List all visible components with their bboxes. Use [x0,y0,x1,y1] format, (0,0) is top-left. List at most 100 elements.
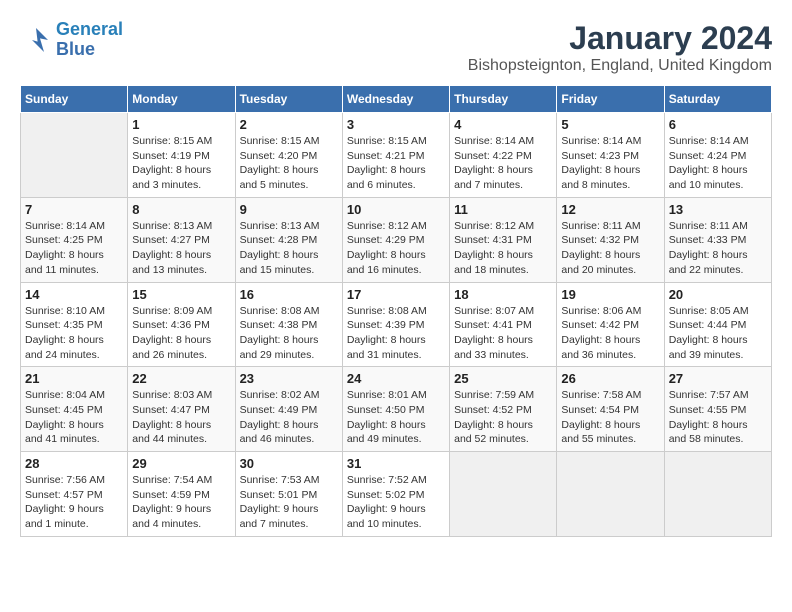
calendar-cell: 15Sunrise: 8:09 AMSunset: 4:36 PMDayligh… [128,282,235,367]
daylight-text: Daylight: 8 hours and 13 minutes. [132,248,230,277]
day-info: Sunrise: 8:08 AMSunset: 4:38 PMDaylight:… [240,304,338,363]
calendar-cell [664,452,771,537]
sunrise-text: Sunrise: 8:14 AM [561,134,659,149]
sunrise-text: Sunrise: 8:12 AM [454,219,552,234]
calendar-cell: 16 Sunrise: 8:08 AMSunset: 4:38 PMDayligh… [235,282,342,367]
day-info: Sunrise: 8:10 AMSunset: 4:35 PMDaylight:… [25,304,123,363]
sunset-text: Sunset: 5:02 PM [347,488,445,503]
sunset-text: Sunset: 4:22 PM [454,149,552,164]
calendar-cell: 29 Sunrise: 7:54 AMSunset: 4:59 PMDayligh… [128,452,235,537]
calendar-cell: 5Sunrise: 8:14 AMSunset: 4:23 PMDaylight… [557,113,664,198]
calendar-cell: 7Sunrise: 8:14 AMSunset: 4:25 PMDaylight… [21,197,128,282]
daylight-text: Daylight: 8 hours and 5 minutes. [240,163,338,192]
calendar-cell: 30 Sunrise: 7:53 AMSunset: 5:01 PMDayligh… [235,452,342,537]
sunset-text: Sunset: 4:24 PM [669,149,767,164]
sunrise-text: Sunrise: 8:14 AM [454,134,552,149]
day-info: Sunrise: 8:11 AMSunset: 4:32 PMDaylight:… [561,219,659,278]
header-wednesday: Wednesday [342,86,449,113]
calendar-cell: 12Sunrise: 8:11 AMSunset: 4:32 PMDayligh… [557,197,664,282]
day-number: 6 [669,117,767,132]
day-number: 28 [25,456,123,471]
calendar-header-row: SundayMondayTuesdayWednesdayThursdayFrid… [21,86,772,113]
sunset-text: Sunset: 5:01 PM [240,488,338,503]
calendar-cell: 28 Sunrise: 7:56 AMSunset: 4:57 PMDayligh… [21,452,128,537]
sunrise-text: Sunrise: 8:08 AM [347,304,445,319]
logo-line1: General [56,19,123,39]
calendar-cell: 26Sunrise: 7:58 AMSunset: 4:54 PMDayligh… [557,367,664,452]
sunset-text: Sunset: 4:52 PM [454,403,552,418]
daylight-text: Daylight: 8 hours and 36 minutes. [561,333,659,362]
day-info: Sunrise: 8:14 AMSunset: 4:23 PMDaylight:… [561,134,659,193]
sunrise-text: Sunrise: 8:13 AM [240,219,338,234]
daylight-text: Daylight: 8 hours and 55 minutes. [561,418,659,447]
calendar-week-row: 28 Sunrise: 7:56 AMSunset: 4:57 PMDayligh… [21,452,772,537]
calendar-week-row: 14Sunrise: 8:10 AMSunset: 4:35 PMDayligh… [21,282,772,367]
daylight-text: Daylight: 8 hours and 52 minutes. [454,418,552,447]
logo-icon [20,24,52,56]
sunset-text: Sunset: 4:38 PM [240,318,338,333]
daylight-text: Daylight: 8 hours and 58 minutes. [669,418,767,447]
calendar-cell: 4Sunrise: 8:14 AMSunset: 4:22 PMDaylight… [450,113,557,198]
day-info: Sunrise: 7:54 AMSunset: 4:59 PMDaylight:… [132,473,230,532]
daylight-text: Daylight: 8 hours and 7 minutes. [454,163,552,192]
day-number: 27 [669,371,767,386]
sunrise-text: Sunrise: 8:09 AM [132,304,230,319]
sunset-text: Sunset: 4:27 PM [132,233,230,248]
daylight-text: Daylight: 8 hours and 22 minutes. [669,248,767,277]
day-number: 9 [240,202,338,217]
daylight-text: Daylight: 9 hours and 1 minute. [25,502,123,531]
header-friday: Friday [557,86,664,113]
sunset-text: Sunset: 4:59 PM [132,488,230,503]
sunrise-text: Sunrise: 7:53 AM [240,473,338,488]
calendar-cell: 13Sunrise: 8:11 AMSunset: 4:33 PMDayligh… [664,197,771,282]
day-info: Sunrise: 8:14 AMSunset: 4:25 PMDaylight:… [25,219,123,278]
sunrise-text: Sunrise: 8:15 AM [132,134,230,149]
header-monday: Monday [128,86,235,113]
sunset-text: Sunset: 4:42 PM [561,318,659,333]
day-number: 19 [561,287,659,302]
day-info: Sunrise: 8:03 AMSunset: 4:47 PMDaylight:… [132,388,230,447]
daylight-text: Daylight: 8 hours and 3 minutes. [132,163,230,192]
day-info: Sunrise: 8:12 AMSunset: 4:31 PMDaylight:… [454,219,552,278]
sunrise-text: Sunrise: 8:05 AM [669,304,767,319]
calendar-cell: 27Sunrise: 7:57 AMSunset: 4:55 PMDayligh… [664,367,771,452]
sunset-text: Sunset: 4:45 PM [25,403,123,418]
day-number: 20 [669,287,767,302]
day-info: Sunrise: 8:05 AMSunset: 4:44 PMDaylight:… [669,304,767,363]
calendar-cell: 6Sunrise: 8:14 AMSunset: 4:24 PMDaylight… [664,113,771,198]
day-info: Sunrise: 7:56 AMSunset: 4:57 PMDaylight:… [25,473,123,532]
day-number: 22 [132,371,230,386]
day-number: 17 [347,287,445,302]
calendar-cell: 8Sunrise: 8:13 AMSunset: 4:27 PMDaylight… [128,197,235,282]
sunrise-text: Sunrise: 7:59 AM [454,388,552,403]
daylight-text: Daylight: 8 hours and 39 minutes. [669,333,767,362]
day-info: Sunrise: 7:53 AMSunset: 5:01 PMDaylight:… [240,473,338,532]
sunrise-text: Sunrise: 7:56 AM [25,473,123,488]
sunset-text: Sunset: 4:32 PM [561,233,659,248]
day-number: 26 [561,371,659,386]
calendar-cell: 20 Sunrise: 8:05 AMSunset: 4:44 PMDayligh… [664,282,771,367]
day-number: 25 [454,371,552,386]
day-number: 29 [132,456,230,471]
sunset-text: Sunset: 4:36 PM [132,318,230,333]
day-info: Sunrise: 8:15 AMSunset: 4:19 PMDaylight:… [132,134,230,193]
sunset-text: Sunset: 4:55 PM [669,403,767,418]
day-info: Sunrise: 8:13 AMSunset: 4:28 PMDaylight:… [240,219,338,278]
calendar-cell: 21Sunrise: 8:04 AMSunset: 4:45 PMDayligh… [21,367,128,452]
day-number: 16 [240,287,338,302]
day-number: 11 [454,202,552,217]
daylight-text: Daylight: 8 hours and 16 minutes. [347,248,445,277]
sunset-text: Sunset: 4:23 PM [561,149,659,164]
calendar-cell: 17 Sunrise: 8:08 AMSunset: 4:39 PMDayligh… [342,282,449,367]
daylight-text: Daylight: 8 hours and 29 minutes. [240,333,338,362]
calendar-cell [557,452,664,537]
sunrise-text: Sunrise: 8:08 AM [240,304,338,319]
day-info: Sunrise: 8:15 AMSunset: 4:21 PMDaylight:… [347,134,445,193]
day-info: Sunrise: 8:08 AMSunset: 4:39 PMDaylight:… [347,304,445,363]
location-title: Bishopsteignton, England, United Kingdom [468,57,772,75]
day-number: 30 [240,456,338,471]
daylight-text: Daylight: 9 hours and 4 minutes. [132,502,230,531]
calendar-cell: 19Sunrise: 8:06 AMSunset: 4:42 PMDayligh… [557,282,664,367]
day-info: Sunrise: 8:12 AMSunset: 4:29 PMDaylight:… [347,219,445,278]
sunset-text: Sunset: 4:49 PM [240,403,338,418]
